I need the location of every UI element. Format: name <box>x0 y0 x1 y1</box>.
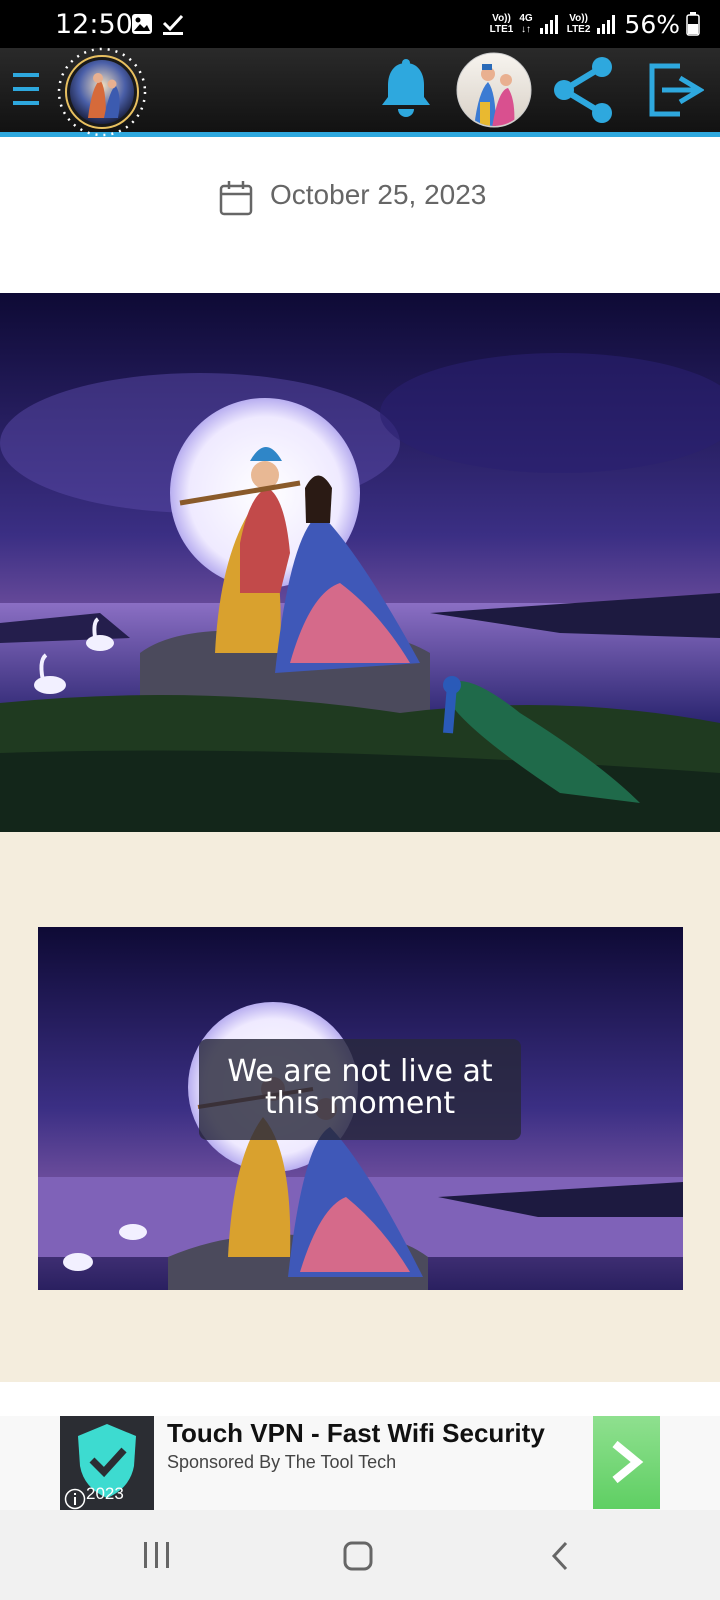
status-time: 12:50 <box>55 9 133 40</box>
ad-sponsor: Sponsored By The Tool Tech <box>167 1452 397 1472</box>
battery-icon <box>686 12 700 36</box>
hero-image <box>0 293 720 832</box>
system-nav-bar <box>0 1510 720 1600</box>
recent-apps-icon[interactable] <box>142 1540 172 1570</box>
ad-title[interactable]: Touch VPN - Fast Wifi Security <box>167 1418 545 1449</box>
chevron-right-icon <box>612 1440 644 1484</box>
battery-percent: 56% <box>624 9 680 39</box>
menu-icon[interactable] <box>12 70 42 108</box>
calendar-icon <box>219 181 253 216</box>
sim2-label: Vo)) LTE2 <box>566 13 591 35</box>
app-logo-avatar[interactable] <box>54 46 150 138</box>
share-icon[interactable] <box>552 56 618 124</box>
status-indicators: Vo)) LTE1 4G ↓↑ Vo)) LTE2 56% <box>490 8 700 40</box>
post-date-row <box>0 137 720 292</box>
post-date: October 25, 2023 <box>270 179 487 210</box>
not-live-message: We are not live at this moment <box>199 1039 521 1140</box>
network-type-label: 4G ↓↑ <box>519 13 533 35</box>
sim1-label: Vo)) LTE1 <box>489 13 514 35</box>
notification-bell-icon[interactable] <box>378 59 434 121</box>
signal2-icon <box>597 15 616 34</box>
task-check-icon <box>162 14 184 35</box>
signal1-icon <box>539 15 558 34</box>
ad-cta-button[interactable] <box>593 1416 660 1509</box>
home-icon[interactable] <box>342 1540 374 1572</box>
back-icon[interactable] <box>548 1540 572 1572</box>
gallery-notification-icon <box>132 14 152 34</box>
profile-avatar[interactable] <box>456 52 532 128</box>
logout-icon[interactable] <box>646 60 704 120</box>
ad-info-icon[interactable] <box>64 1488 86 1510</box>
ad-year: 2023 <box>86 1484 124 1503</box>
status-bar: 12:50 Vo)) LTE1 4G ↓↑ Vo)) LTE2 56% <box>0 0 720 48</box>
